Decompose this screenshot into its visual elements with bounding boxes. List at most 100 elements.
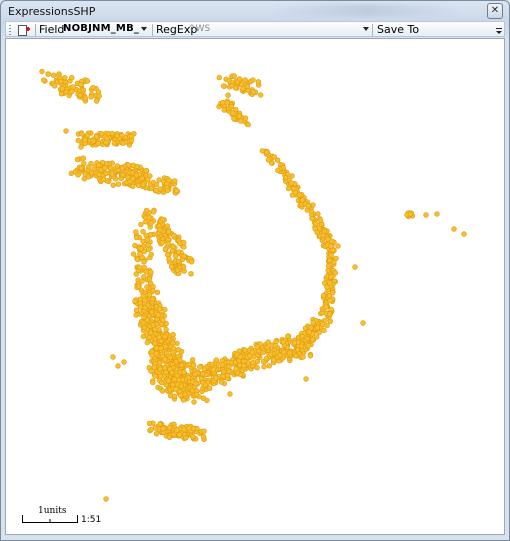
map-point bbox=[167, 354, 173, 361]
map-point bbox=[148, 185, 155, 192]
map-point bbox=[142, 305, 148, 311]
close-button[interactable]: ✕ bbox=[487, 3, 503, 19]
map-point bbox=[322, 280, 328, 286]
map-point bbox=[153, 187, 159, 194]
map-point bbox=[75, 172, 81, 178]
regexp-input[interactable]: ^WS bbox=[188, 24, 210, 34]
toolbar-separator bbox=[372, 24, 373, 36]
map-point bbox=[162, 246, 169, 252]
map-point bbox=[231, 115, 237, 122]
map-point bbox=[216, 74, 223, 81]
map-point bbox=[178, 362, 185, 368]
regexp-dropdown-arrow-icon[interactable] bbox=[363, 27, 369, 31]
map-point bbox=[292, 353, 299, 359]
map-point bbox=[335, 243, 341, 249]
add-layer-icon[interactable] bbox=[17, 23, 31, 37]
map-point bbox=[155, 312, 161, 318]
map-point bbox=[188, 271, 194, 277]
map-point bbox=[135, 283, 142, 289]
map-point bbox=[140, 333, 147, 340]
map-point bbox=[200, 434, 207, 440]
map-point bbox=[254, 344, 260, 350]
map-point bbox=[96, 93, 102, 99]
field-dropdown-arrow-icon[interactable] bbox=[141, 27, 147, 31]
map-point bbox=[201, 428, 207, 434]
toolbar-separator bbox=[35, 24, 36, 36]
map-point bbox=[157, 421, 163, 427]
map-point bbox=[145, 242, 151, 248]
map-point bbox=[129, 133, 135, 140]
map-point bbox=[146, 276, 153, 282]
map-point bbox=[119, 172, 126, 178]
map-point bbox=[264, 149, 270, 156]
map-point bbox=[78, 165, 85, 171]
map-point bbox=[164, 187, 171, 194]
map-point bbox=[174, 381, 181, 388]
map-point bbox=[146, 334, 153, 340]
map-point bbox=[181, 426, 187, 433]
map-point bbox=[63, 128, 69, 134]
map-point bbox=[110, 182, 117, 188]
map-point bbox=[154, 289, 161, 296]
toolbar-separator bbox=[152, 24, 153, 36]
map-point bbox=[133, 172, 140, 179]
map-canvas[interactable]: 1units 1:51 bbox=[5, 38, 505, 535]
map-point bbox=[140, 182, 146, 188]
map-point bbox=[178, 392, 184, 398]
map-point bbox=[299, 333, 305, 340]
map-point bbox=[150, 179, 156, 186]
map-point bbox=[156, 177, 162, 183]
map-point bbox=[151, 364, 158, 370]
map-point bbox=[130, 251, 137, 257]
map-point bbox=[77, 92, 83, 98]
toolbar-grip[interactable] bbox=[9, 25, 11, 35]
toolbar: Field NOBJNM_MB_ RegExp ^WS Save To bbox=[5, 21, 505, 37]
map-point bbox=[192, 371, 198, 377]
map-point bbox=[109, 171, 116, 177]
map-point bbox=[50, 72, 57, 78]
map-point bbox=[174, 188, 180, 194]
map-point bbox=[166, 177, 172, 184]
map-point bbox=[90, 138, 97, 144]
map-point bbox=[78, 81, 84, 88]
map-point bbox=[169, 370, 175, 376]
map-point bbox=[275, 167, 281, 174]
map-point bbox=[88, 94, 94, 100]
map-point bbox=[157, 366, 163, 372]
field-label: Field bbox=[39, 23, 65, 36]
save-to-button[interactable]: Save To bbox=[377, 23, 419, 36]
title-bar[interactable]: ExpressionsSHP ✕ bbox=[1, 1, 509, 21]
map-point bbox=[180, 397, 187, 403]
title-bar-blurred-area bbox=[271, 4, 461, 16]
map-point bbox=[146, 214, 152, 221]
map-point bbox=[134, 163, 140, 170]
map-point bbox=[306, 329, 312, 335]
map-point bbox=[328, 252, 334, 258]
map-point bbox=[327, 318, 333, 324]
field-select[interactable]: NOBJNM_MB_ bbox=[63, 23, 139, 34]
map-point bbox=[51, 83, 58, 89]
map-point bbox=[79, 131, 85, 137]
map-point bbox=[240, 85, 246, 92]
map-point bbox=[182, 391, 188, 397]
map-point bbox=[140, 228, 146, 235]
map-point bbox=[157, 227, 163, 233]
map-point bbox=[181, 244, 187, 250]
map-point bbox=[85, 174, 92, 180]
map-point bbox=[143, 219, 149, 225]
map-point bbox=[219, 362, 226, 368]
map-point bbox=[233, 106, 239, 113]
map-point bbox=[141, 314, 147, 320]
map-point bbox=[103, 139, 109, 146]
map-point bbox=[95, 140, 101, 147]
map-point bbox=[115, 363, 121, 369]
map-point bbox=[165, 240, 171, 247]
map-point bbox=[110, 354, 116, 360]
map-point bbox=[148, 220, 154, 226]
map-point bbox=[177, 240, 183, 247]
map-point bbox=[164, 223, 171, 229]
map-point bbox=[198, 376, 205, 382]
map-point bbox=[312, 220, 319, 227]
map-point bbox=[78, 144, 84, 150]
toolbar-overflow-icon[interactable] bbox=[495, 23, 503, 36]
